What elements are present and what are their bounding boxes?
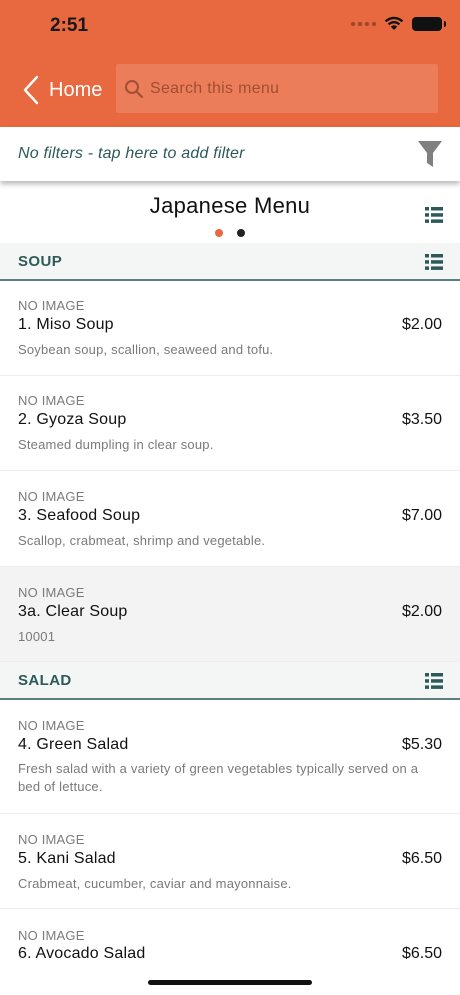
item-price: $2.00 — [401, 603, 442, 620]
list-icon[interactable] — [425, 673, 443, 689]
wifi-icon — [384, 16, 404, 30]
list-icon[interactable] — [425, 207, 443, 223]
home-indicator[interactable] — [148, 980, 312, 985]
item-name: 4. Green Salad — [18, 736, 129, 753]
chevron-left-icon — [23, 75, 39, 105]
no-image-label: NO IMAGE — [18, 585, 85, 600]
page-dot-active[interactable] — [215, 229, 223, 237]
category-header-salad[interactable]: SALAD — [0, 662, 460, 700]
menu-item[interactable]: NO IMAGE 6. Avocado Salad $6.50 — [0, 909, 460, 959]
item-description: 10001 — [18, 629, 56, 644]
battery-icon — [412, 16, 446, 31]
item-price: $2.00 — [401, 316, 442, 333]
back-button[interactable]: Home — [22, 74, 102, 106]
item-name: 5. Kani Salad — [18, 850, 116, 867]
item-price: $5.30 — [401, 736, 442, 753]
search-icon — [125, 79, 144, 98]
item-name: 3a. Clear Soup — [18, 603, 128, 620]
status-time: 2:51 — [50, 15, 89, 36]
category-header-soup[interactable]: SOUP — [0, 243, 460, 281]
signal-icon — [351, 21, 376, 26]
category-label: SALAD — [18, 671, 72, 689]
back-label: Home — [49, 78, 103, 101]
funnel-icon[interactable] — [417, 139, 443, 169]
filter-status-text: No filters - tap here to add filter — [18, 145, 245, 162]
menu-title-row: Japanese Menu — [0, 181, 460, 243]
no-image-label: NO IMAGE — [18, 298, 85, 313]
item-name: 6. Avocado Salad — [18, 945, 146, 959]
no-image-label: NO IMAGE — [18, 928, 85, 943]
list-icon[interactable] — [425, 254, 443, 270]
category-label: SOUP — [18, 252, 63, 270]
search-input[interactable] — [150, 79, 430, 98]
item-price: $6.50 — [401, 945, 442, 959]
menu-item[interactable]: NO IMAGE 5. Kani Salad $6.50 Crabmeat, c… — [0, 814, 460, 909]
item-name: 3. Seafood Soup — [18, 507, 141, 524]
item-price: $7.00 — [401, 507, 442, 524]
menu-item[interactable]: NO IMAGE 2. Gyoza Soup $3.50 Steamed dum… — [0, 376, 460, 471]
menu-title: Japanese Menu — [149, 193, 311, 218]
search-box[interactable] — [116, 64, 438, 113]
no-image-label: NO IMAGE — [18, 393, 85, 408]
app-header: 2:51 Home — [0, 0, 460, 127]
filter-bar[interactable]: No filters - tap here to add filter — [0, 127, 460, 181]
item-description: Soybean soup, scallion, seaweed and tofu… — [18, 342, 274, 357]
item-description: Scallop, crabmeat, shrimp and vegetable. — [18, 533, 266, 548]
status-icons — [351, 16, 446, 31]
no-image-label: NO IMAGE — [18, 832, 85, 847]
item-description: Fresh salad with a variety of green vege… — [18, 761, 419, 794]
item-price: $6.50 — [401, 850, 442, 867]
item-name: 1. Miso Soup — [18, 316, 114, 333]
no-image-label: NO IMAGE — [18, 489, 85, 504]
no-image-label: NO IMAGE — [18, 718, 85, 733]
page-dot[interactable] — [237, 229, 245, 237]
page-indicator[interactable] — [0, 229, 460, 237]
menu-item[interactable]: NO IMAGE 3a. Clear Soup $2.00 10001 — [0, 567, 460, 662]
menu-item[interactable]: NO IMAGE 3. Seafood Soup $7.00 Scallop, … — [0, 471, 460, 567]
menu-item[interactable]: NO IMAGE 4. Green Salad $5.30 Fresh sala… — [0, 700, 460, 814]
item-name: 2. Gyoza Soup — [18, 411, 127, 428]
item-description: Crabmeat, cucumber, caviar and mayonnais… — [18, 876, 292, 891]
item-price: $3.50 — [401, 411, 442, 428]
item-description: Steamed dumpling in clear soup. — [18, 437, 214, 452]
menu-item[interactable]: NO IMAGE 1. Miso Soup $2.00 Soybean soup… — [0, 281, 460, 376]
